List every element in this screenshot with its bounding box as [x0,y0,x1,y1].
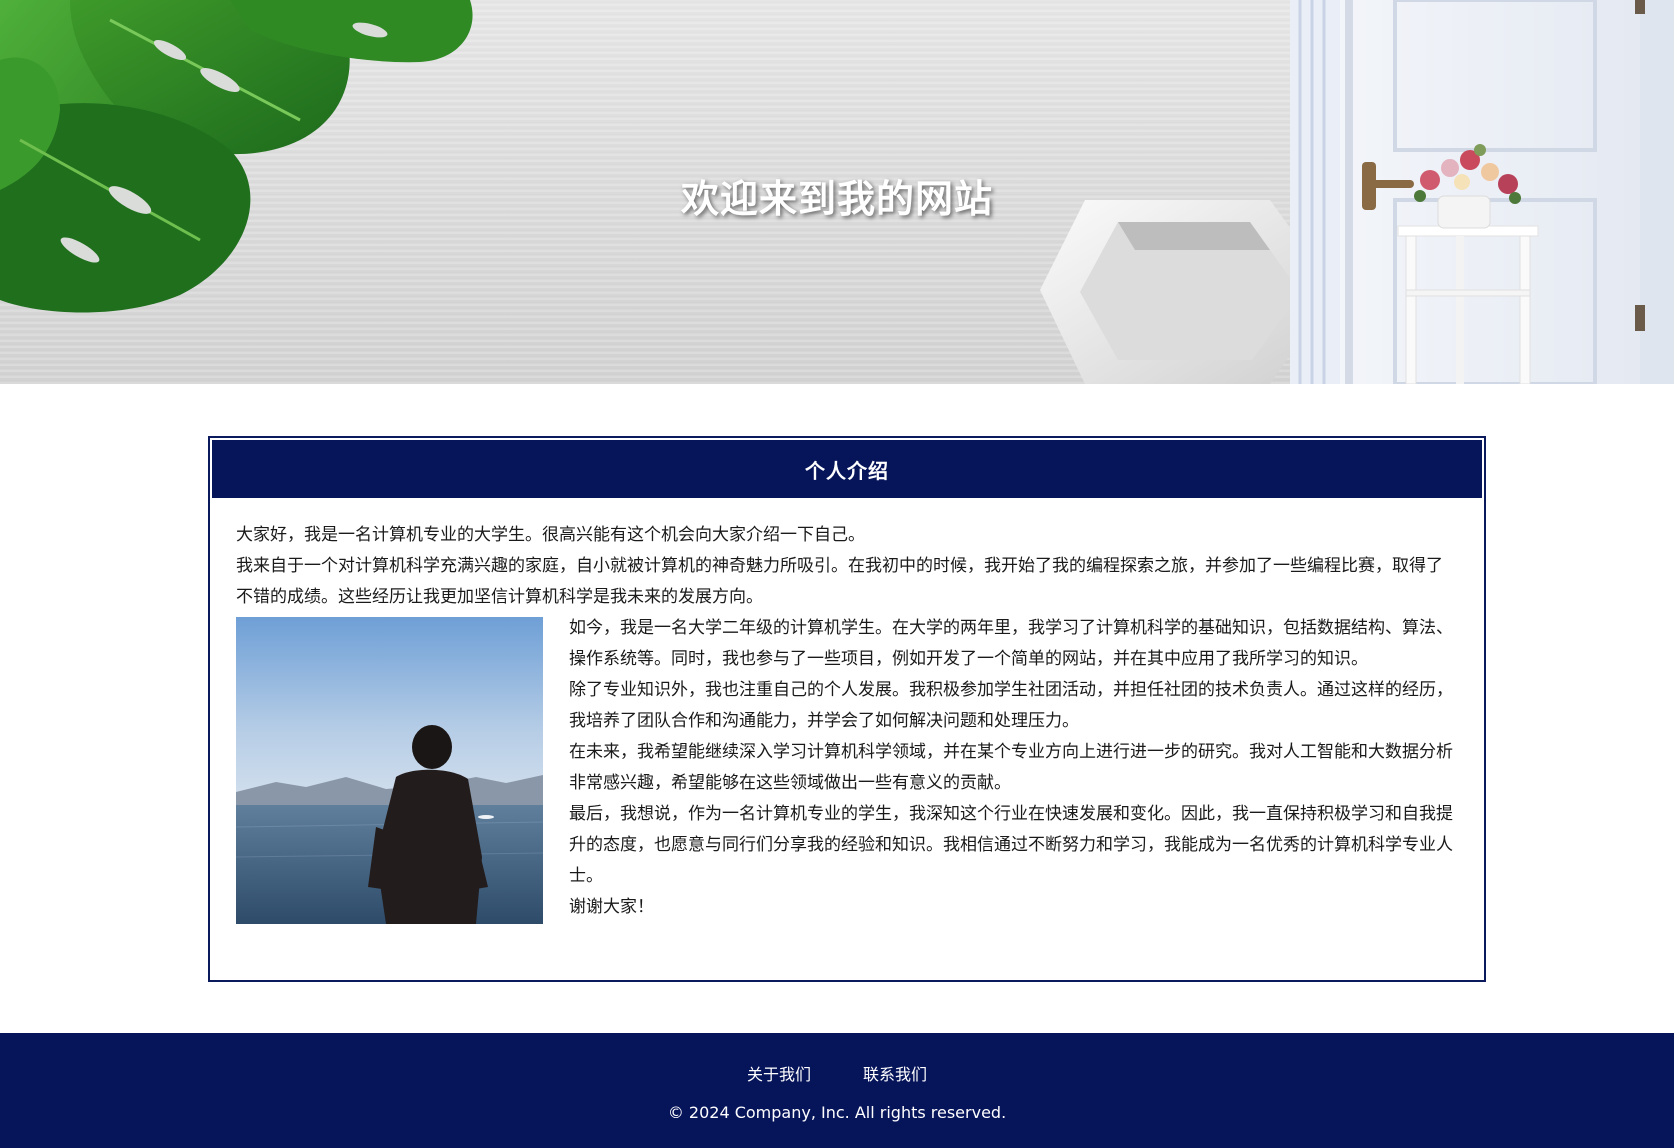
contact-us-link[interactable]: 联系我们 [863,1061,927,1085]
hero-banner: 欢迎来到我的网站 [0,0,1674,384]
intro-paragraph: 除了专业知识外，我也注重自己的个人发展。我积极参加学生社团活动，并担任社团的技术… [569,680,1453,731]
intro-paragraph: 大家好，我是一名计算机专业的大学生。很高兴能有这个机会向大家介绍一下自己。 [236,525,865,545]
profile-photo [236,617,543,924]
monstera-leaves [0,0,473,313]
intro-heading: 个人介绍 [212,440,1482,498]
about-us-link[interactable]: 关于我们 [747,1061,811,1085]
copyright-text: © 2024 Company, Inc. All rights reserved… [667,1103,1007,1122]
intro-paragraph: 我来自于一个对计算机科学充满兴趣的家庭，自小就被计算机的神奇魅力所吸引。在我初中… [236,556,1443,607]
intro-body: 大家好，我是一名计算机专业的大学生。很高兴能有这个机会向大家介绍一下自己。 我来… [210,498,1484,924]
intro-card: 个人介绍 大家好，我是一名计算机专业的大学生。很高兴能有这个机会向大家介绍一下自… [208,436,1486,982]
footer-links: 关于我们 联系我们 [0,1061,1674,1085]
intro-paragraph: 最后，我想说，作为一名计算机专业的学生，我深知这个行业在快速发展和变化。因此，我… [569,804,1453,886]
intro-paragraph: 如今，我是一名大学二年级的计算机学生。在大学的两年里，我学习了计算机科学的基础知… [569,618,1453,669]
photo-side-text: 如今，我是一名大学二年级的计算机学生。在大学的两年里，我学习了计算机科学的基础知… [569,613,1458,923]
hero-title: 欢迎来到我的网站 [680,177,993,221]
intro-closing: 谢谢大家！ [569,897,654,917]
footer: 关于我们 联系我们 © 2024 Company, Inc. All right… [0,1033,1674,1148]
photo-row: 如今，我是一名大学二年级的计算机学生。在大学的两年里，我学习了计算机科学的基础知… [236,613,1458,924]
intro-paragraph: 在未来，我希望能继续深入学习计算机科学领域，并在某个专业方向上进行进一步的研究。… [569,742,1453,793]
